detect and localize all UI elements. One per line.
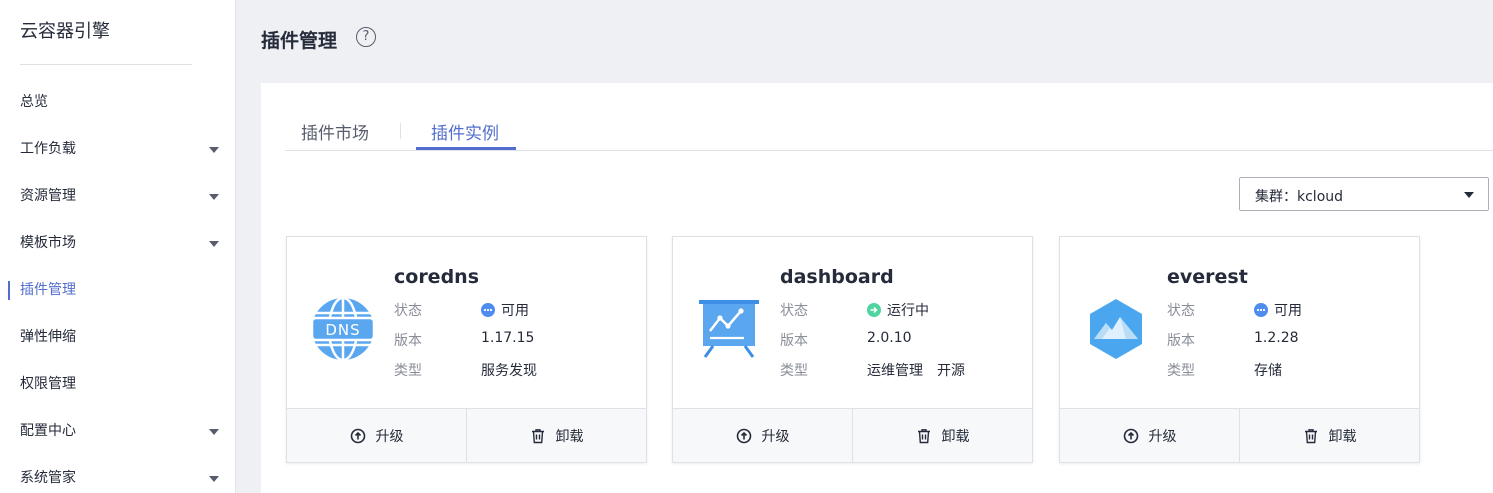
upgrade-icon bbox=[1123, 428, 1138, 443]
type-tag: 服务发现 bbox=[481, 363, 537, 379]
sidebar-item-overview[interactable]: 总览 bbox=[0, 79, 236, 126]
active-tab-indicator bbox=[416, 147, 516, 150]
status-available-icon bbox=[1254, 303, 1268, 317]
cluster-select-value: 集群：kcloud bbox=[1255, 189, 1344, 205]
chevron-down-icon bbox=[1464, 192, 1474, 198]
tab-separator bbox=[400, 123, 401, 139]
tab-plugin-market[interactable]: 插件市场 bbox=[301, 119, 369, 144]
plugin-name: dashboard bbox=[780, 266, 894, 288]
plugin-card-everest: everest 状态 可用 版本 1.2.28 类型 存储 升级 卸载 bbox=[1059, 236, 1420, 463]
sidebar-item-workload[interactable]: 工作负载 bbox=[0, 126, 236, 173]
sidebar-item-label: 工作负载 bbox=[20, 141, 76, 157]
type-label: 类型 bbox=[780, 363, 808, 379]
uninstall-label: 卸载 bbox=[941, 428, 970, 445]
cluster-select[interactable]: 集群：kcloud bbox=[1239, 177, 1489, 211]
version-value: 2.0.10 bbox=[867, 330, 912, 346]
plugin-name: everest bbox=[1167, 266, 1248, 288]
sidebar-item-template-market[interactable]: 模板市场 bbox=[0, 220, 236, 267]
help-icon[interactable]: ? bbox=[356, 27, 376, 47]
version-label: 版本 bbox=[780, 333, 808, 349]
sidebar-item-label: 模板市场 bbox=[20, 235, 76, 251]
sidebar-item-label: 资源管理 bbox=[20, 188, 76, 204]
uninstall-button[interactable]: 卸载 bbox=[466, 409, 646, 462]
status-value: 可用 bbox=[501, 303, 529, 319]
plugin-name: coredns bbox=[394, 266, 480, 288]
status-value: 可用 bbox=[1274, 303, 1302, 319]
sidebar-item-config-center[interactable]: 配置中心 bbox=[0, 408, 236, 455]
version-value: 1.17.15 bbox=[481, 330, 535, 346]
status-running-icon bbox=[867, 303, 881, 317]
chevron-down-icon bbox=[209, 241, 219, 247]
sidebar-item-label: 权限管理 bbox=[20, 376, 76, 392]
sidebar-item-system-butler[interactable]: 系统管家 bbox=[0, 455, 236, 493]
sidebar-item-autoscaling[interactable]: 弹性伸缩 bbox=[0, 314, 236, 361]
card-actions: 升级 卸载 bbox=[673, 408, 1032, 462]
upgrade-label: 升级 bbox=[761, 428, 790, 445]
dns-globe-icon: DNS bbox=[310, 296, 376, 362]
svg-text:DNS: DNS bbox=[325, 321, 360, 339]
chevron-down-icon bbox=[209, 429, 219, 435]
trash-icon bbox=[917, 428, 930, 443]
sidebar-nav: 总览 工作负载 资源管理 模板市场 插件管理 弹性伸缩 权限管理 配置中心 系统… bbox=[0, 79, 236, 493]
sidebar-item-label: 配置中心 bbox=[20, 423, 76, 439]
sidebar-item-label: 系统管家 bbox=[20, 470, 76, 486]
sidebar-item-permissions[interactable]: 权限管理 bbox=[0, 361, 236, 408]
type-tag: 开源 bbox=[937, 363, 965, 379]
version-value: 1.2.28 bbox=[1254, 330, 1299, 346]
plugin-card-dashboard: dashboard 状态 运行中 版本 2.0.10 类型 运维管理 开源 升级 … bbox=[672, 236, 1033, 463]
version-label: 版本 bbox=[394, 333, 422, 349]
type-label: 类型 bbox=[1167, 363, 1195, 379]
trash-icon bbox=[531, 428, 544, 443]
sidebar-divider bbox=[20, 64, 192, 65]
version-label: 版本 bbox=[1167, 333, 1195, 349]
sidebar-item-plugin-management[interactable]: 插件管理 bbox=[0, 267, 236, 314]
type-tag: 运维管理 bbox=[867, 363, 923, 379]
chevron-down-icon bbox=[209, 476, 219, 482]
sidebar-item-label: 插件管理 bbox=[20, 282, 76, 298]
card-actions: 升级 卸载 bbox=[1060, 408, 1419, 462]
sidebar-item-resource[interactable]: 资源管理 bbox=[0, 173, 236, 220]
upgrade-button[interactable]: 升级 bbox=[673, 409, 852, 462]
app-title: 云容器引擎 bbox=[20, 21, 110, 42]
main-panel: 插件市场 插件实例 集群：kcloud DNS coredns 状态 可用 版本… bbox=[261, 83, 1493, 493]
upgrade-icon bbox=[350, 428, 365, 443]
upgrade-icon bbox=[736, 428, 751, 443]
uninstall-button[interactable]: 卸载 bbox=[1239, 409, 1419, 462]
upgrade-label: 升级 bbox=[375, 428, 404, 445]
type-tag: 存储 bbox=[1254, 363, 1282, 379]
uninstall-label: 卸载 bbox=[1328, 428, 1357, 445]
plugin-card-coredns: DNS coredns 状态 可用 版本 1.17.15 类型 服务发现 升级 … bbox=[286, 236, 647, 463]
status-label: 状态 bbox=[394, 303, 422, 319]
upgrade-label: 升级 bbox=[1148, 428, 1177, 445]
type-label: 类型 bbox=[394, 363, 422, 379]
page-title: 插件管理 bbox=[261, 30, 338, 52]
upgrade-button[interactable]: 升级 bbox=[287, 409, 466, 462]
sidebar-item-label: 弹性伸缩 bbox=[20, 329, 76, 345]
status-label: 状态 bbox=[780, 303, 808, 319]
upgrade-button[interactable]: 升级 bbox=[1060, 409, 1239, 462]
dashboard-chart-icon bbox=[699, 300, 759, 358]
sidebar: 云容器引擎 总览 工作负载 资源管理 模板市场 插件管理 弹性伸缩 权限管理 配… bbox=[0, 0, 236, 493]
status-available-icon bbox=[481, 303, 495, 317]
sidebar-item-label: 总览 bbox=[20, 94, 48, 110]
trash-icon bbox=[1304, 428, 1317, 443]
chevron-down-icon bbox=[209, 194, 219, 200]
status-label: 状态 bbox=[1167, 303, 1195, 319]
card-actions: 升级 卸载 bbox=[287, 408, 646, 462]
tab-plugin-instances[interactable]: 插件实例 bbox=[431, 119, 499, 144]
uninstall-button[interactable]: 卸载 bbox=[852, 409, 1032, 462]
status-value: 运行中 bbox=[887, 303, 929, 319]
mountain-hexagon-icon bbox=[1090, 299, 1142, 359]
tab-bar: 插件市场 插件实例 bbox=[285, 83, 1493, 151]
uninstall-label: 卸载 bbox=[555, 428, 584, 445]
chevron-down-icon bbox=[209, 147, 219, 153]
